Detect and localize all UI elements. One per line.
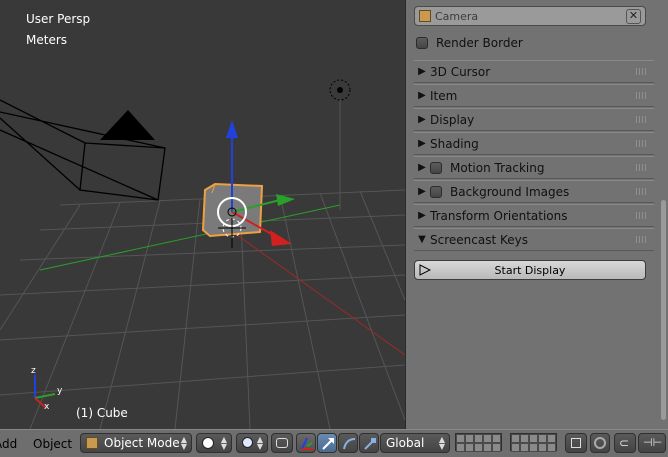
render-border-toggle[interactable]: Render Border: [416, 33, 523, 53]
pivot-point-icon: [242, 437, 253, 448]
panel-label: Item: [430, 88, 458, 103]
proportional-circle-icon: [594, 437, 606, 449]
layers-lock-icon: [571, 438, 581, 448]
start-display-button[interactable]: Start Display: [414, 260, 646, 280]
units-label: Meters: [26, 33, 68, 47]
layer-grid-1[interactable]: [455, 433, 502, 452]
panel-label: Shading: [430, 136, 479, 151]
proportional-editing-button[interactable]: [590, 433, 610, 453]
collapse-triangle-icon: ▶: [418, 138, 426, 149]
panel-label: 3D Cursor: [430, 64, 491, 79]
sidebar-scrollbar[interactable]: [661, 200, 666, 420]
drag-grip-icon[interactable]: [636, 212, 648, 219]
lock-layers-button[interactable]: [565, 433, 587, 453]
background-images-checkbox[interactable]: [430, 185, 442, 198]
magnet-icon: ⊂: [619, 436, 630, 450]
collapse-triangle-icon: ▶: [418, 186, 426, 197]
panel-screencast-keys[interactable]: ▼ Screencast Keys: [414, 228, 654, 251]
start-display-label: Start Display: [494, 263, 566, 277]
camera-field[interactable]: Camera ✕: [414, 6, 646, 26]
dropdown-arrows-icon: ▲ ▼: [438, 435, 445, 451]
axes-icon: [301, 437, 313, 450]
panel-motion-tracking[interactable]: ▶ Motion Tracking: [414, 156, 654, 179]
drag-grip-icon[interactable]: [636, 68, 648, 75]
panel-shading[interactable]: ▶ Shading: [414, 132, 654, 155]
object-mode-cube-icon: [86, 437, 98, 449]
camera-up-triangle: [100, 110, 155, 140]
expand-triangle-icon: ▼: [418, 234, 426, 245]
dropdown-arrows-icon: ▲ ▼: [220, 435, 227, 451]
dropdown-arrows-icon: ▲ ▼: [180, 435, 187, 451]
object-menu[interactable]: Object: [33, 437, 72, 451]
collapse-triangle-icon: ▶: [418, 162, 426, 173]
play-icon: [419, 264, 431, 276]
lamp-object: [329, 79, 351, 210]
drag-grip-icon[interactable]: [636, 116, 648, 123]
panel-display[interactable]: ▶ Display: [414, 108, 654, 131]
solid-sphere-icon: [202, 437, 214, 449]
add-menu[interactable]: Add: [0, 437, 17, 451]
viewport-scene: [0, 79, 405, 429]
translate-manipulator-button[interactable]: [317, 433, 337, 453]
snap-toggle-button[interactable]: ⊂: [614, 433, 636, 453]
viewport-shading-dropdown[interactable]: ▲ ▼: [196, 433, 232, 453]
snap-element-dropdown[interactable]: ⊣⊢: [638, 433, 666, 453]
panel-label: Background Images: [450, 184, 570, 199]
pivot-point-dropdown[interactable]: ▲ ▼: [236, 433, 268, 453]
collapse-triangle-icon: ▶: [418, 210, 426, 221]
3d-viewport[interactable]: User Persp Meters (1) Cube z y x: [0, 0, 405, 429]
orientation-dropdown[interactable]: Global ▲ ▼: [380, 433, 450, 453]
collapse-triangle-icon: ▶: [418, 90, 426, 101]
dropdown-arrows-icon: ▲ ▼: [256, 435, 263, 451]
drag-grip-icon[interactable]: [636, 164, 648, 171]
drag-grip-icon[interactable]: [636, 92, 648, 99]
panel-label: Display: [430, 112, 475, 127]
panel-item[interactable]: ▶ Item: [414, 84, 654, 107]
scale-manipulator-button[interactable]: [359, 433, 379, 453]
collapse-triangle-icon: ▶: [418, 114, 426, 125]
panel-label: Motion Tracking: [450, 160, 545, 175]
drag-grip-icon[interactable]: [636, 236, 648, 243]
clear-field-close-icon[interactable]: ✕: [626, 9, 641, 24]
manipulator-icon: [276, 438, 288, 448]
drag-grip-icon[interactable]: [636, 188, 648, 195]
view3d-header: Add Object Object Mode ▲▼ ▲▼ ▲▼ Global ▲…: [0, 429, 668, 457]
collapse-triangle-icon: ▶: [418, 66, 426, 77]
layer-grid-2[interactable]: [510, 433, 557, 452]
mode-dropdown[interactable]: Object Mode ▲ ▼: [80, 433, 192, 453]
panel-transform-orientations[interactable]: ▶ Transform Orientations: [414, 204, 654, 227]
panel-label: Screencast Keys: [430, 232, 528, 247]
x-axis-line: [39, 204, 341, 271]
translate-arrow-icon: [322, 438, 334, 450]
render-border-label: Render Border: [436, 36, 523, 50]
rotate-manipulator-button[interactable]: [338, 433, 358, 453]
transform-manipulators-button[interactable]: [296, 433, 316, 453]
orientation-label: Global: [386, 436, 425, 450]
camera-object: [0, 99, 166, 201]
render-border-checkbox[interactable]: [416, 37, 428, 49]
camera-field-value: Camera: [435, 9, 479, 23]
snap-increment-icon: ⊣⊢: [643, 436, 663, 449]
rotate-arc-icon: [343, 438, 356, 450]
view-name-label: User Persp: [26, 12, 91, 26]
axis-label-x: x: [44, 402, 50, 412]
axis-label-z: z: [31, 366, 36, 376]
manipulator-toggle[interactable]: [271, 433, 293, 453]
properties-sidebar: Camera ✕ Render Border ▶ 3D Cursor ▶ Ite…: [405, 0, 668, 429]
panel-3d-cursor[interactable]: ▶ 3D Cursor: [414, 60, 654, 83]
camera-cube-icon: [419, 10, 431, 22]
scale-icon: [364, 438, 376, 450]
motion-tracking-checkbox[interactable]: [430, 161, 442, 174]
mode-label: Object Mode: [104, 436, 180, 450]
drag-grip-icon[interactable]: [636, 140, 648, 147]
panel-background-images[interactable]: ▶ Background Images: [414, 180, 654, 203]
object-info-label: (1) Cube: [76, 406, 128, 420]
panel-label: Transform Orientations: [430, 208, 568, 223]
axis-label-y: y: [57, 386, 63, 396]
